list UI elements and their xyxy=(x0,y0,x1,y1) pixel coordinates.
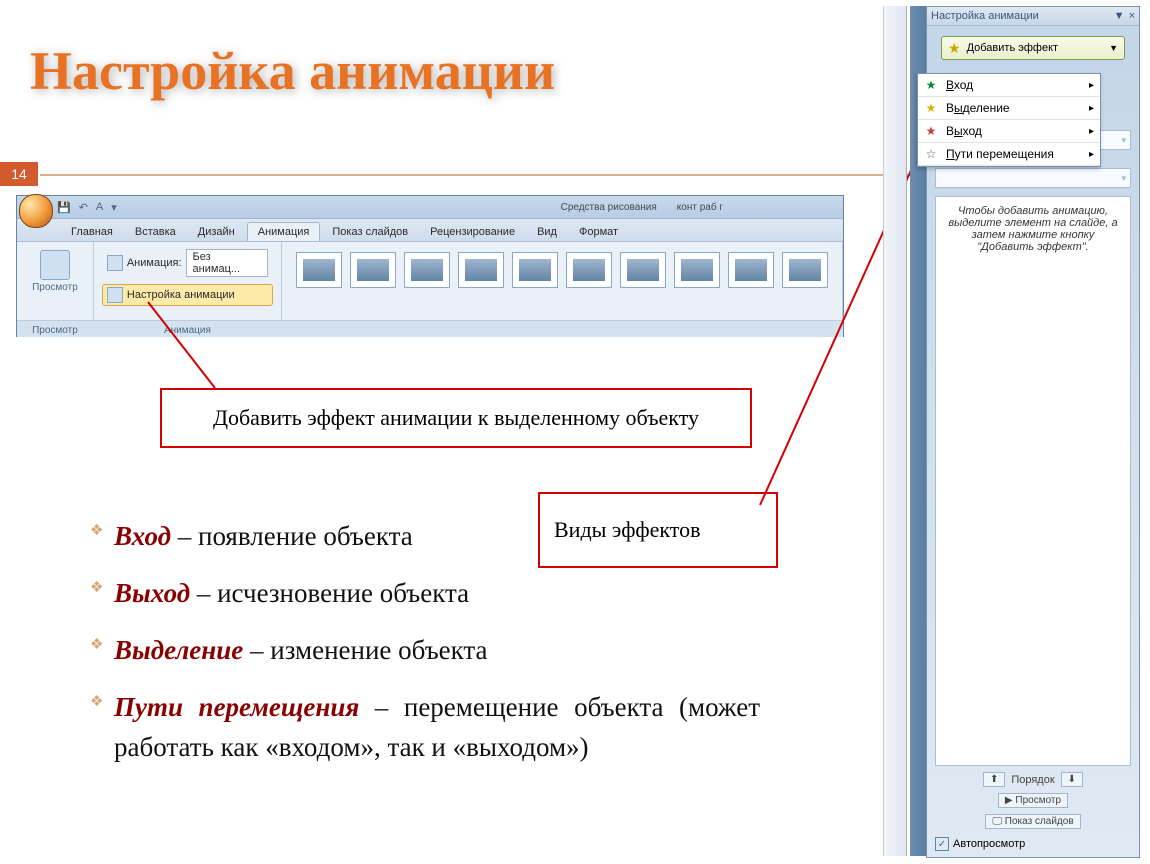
menu-item-emphasis[interactable]: ★ Выделение ▸ xyxy=(918,97,1100,120)
slide-title: Настройка анимации xyxy=(30,40,555,102)
menu-label: Выделение xyxy=(946,101,1010,115)
animation-combo-value[interactable]: Без анимац... xyxy=(186,249,268,277)
tab-view[interactable]: Вид xyxy=(527,223,567,241)
play-button[interactable]: ▶ Просмотр xyxy=(998,793,1068,808)
slideshow-button[interactable]: 🖵 Показ слайдов xyxy=(985,814,1080,829)
custom-animation-label: Настройка анимации xyxy=(127,289,235,301)
autopreview-checkbox[interactable]: ✓ Автопросмотр xyxy=(935,837,1131,851)
speed-combo[interactable]: ▾ xyxy=(935,168,1131,188)
preview-label: Просмотр xyxy=(32,282,78,293)
chevron-down-icon: ▼ xyxy=(1109,43,1118,53)
group-label-preview: Просмотр xyxy=(17,325,93,336)
transition-thumb[interactable] xyxy=(728,252,774,288)
star-icon: ★ xyxy=(924,124,938,138)
play-label: Просмотр xyxy=(1015,795,1061,806)
transition-thumb[interactable] xyxy=(566,252,612,288)
close-icon[interactable]: × xyxy=(1129,10,1135,22)
callout-add-effect: Добавить эффект анимации к выделенному о… xyxy=(160,388,752,448)
star-icon: ☆ xyxy=(924,147,938,161)
transition-thumb[interactable] xyxy=(674,252,720,288)
custom-animation-pane: Настройка анимации ▼ × ★ Добавить эффект… xyxy=(926,6,1140,858)
office-button[interactable] xyxy=(19,194,53,228)
order-controls: ⬆ Порядок ⬇ xyxy=(935,772,1131,787)
move-up-button[interactable]: ⬆ xyxy=(983,772,1005,787)
slideshow-label: Показ слайдов xyxy=(1005,816,1074,827)
menu-item-entrance[interactable]: ★ Вход ▸ xyxy=(918,74,1100,97)
transition-thumb[interactable] xyxy=(296,252,342,288)
transition-thumb[interactable] xyxy=(512,252,558,288)
checkbox-icon: ✓ xyxy=(935,837,949,851)
qat-icon[interactable]: ↶ xyxy=(79,201,88,214)
star-icon: ★ xyxy=(948,40,961,57)
menu-label: Выход xyxy=(946,124,982,138)
pane-header: Настройка анимации ▼ × xyxy=(927,7,1139,26)
term: Вход xyxy=(114,521,171,551)
list-item: Выход – исчезновение объекта xyxy=(90,574,760,613)
office-ribbon: 💾 ↶ A ▾ Средства рисования конт раб г Гл… xyxy=(16,195,844,337)
callout-add-effect-text: Добавить эффект анимации к выделенному о… xyxy=(213,405,699,431)
tab-review[interactable]: Рецензирование xyxy=(420,223,525,241)
side-strip xyxy=(883,6,907,856)
add-effect-label: Добавить эффект xyxy=(967,42,1058,54)
list-item: Пути перемещения – перемещение объекта (… xyxy=(90,688,760,766)
term-desc: – изменение объекта xyxy=(243,635,487,665)
transition-thumb[interactable] xyxy=(458,252,504,288)
tab-animation[interactable]: Анимация xyxy=(247,222,321,241)
page-number-badge: 14 xyxy=(0,162,38,186)
list-item: Выделение – изменение объекта xyxy=(90,631,760,670)
document-name: конт раб г xyxy=(677,202,723,213)
menu-item-exit[interactable]: ★ Выход ▸ xyxy=(918,120,1100,143)
tab-insert[interactable]: Вставка xyxy=(125,223,186,241)
preview-icon xyxy=(40,250,70,280)
pane-menu-icon[interactable]: ▼ xyxy=(1114,10,1125,22)
chevron-right-icon: ▸ xyxy=(1089,126,1094,137)
order-label: Порядок xyxy=(1011,774,1054,786)
qat-dropdown-icon[interactable]: ▾ xyxy=(111,201,117,214)
animation-icon xyxy=(107,255,123,271)
chevron-right-icon: ▸ xyxy=(1089,149,1094,160)
tab-design[interactable]: Дизайн xyxy=(188,223,245,241)
chevron-right-icon: ▸ xyxy=(1089,80,1094,91)
menu-label: Вход xyxy=(946,78,973,92)
quick-access-toolbar: 💾 ↶ A ▾ Средства рисования конт раб г xyxy=(17,196,843,219)
qat-icon[interactable]: 💾 xyxy=(57,201,71,214)
term-desc: – исчезновение объекта xyxy=(190,578,469,608)
transition-thumb[interactable] xyxy=(350,252,396,288)
contextual-tab-title: Средства рисования xyxy=(561,202,657,213)
star-icon: ★ xyxy=(924,78,938,92)
transition-thumb[interactable] xyxy=(782,252,828,288)
pane-title: Настройка анимации xyxy=(931,10,1039,22)
hint-box: Чтобы добавить анимацию, выделите элемен… xyxy=(935,196,1131,766)
tab-home[interactable]: Главная xyxy=(61,223,123,241)
preview-button[interactable]: Просмотр xyxy=(25,246,85,297)
term: Выделение xyxy=(114,635,243,665)
transition-thumb[interactable] xyxy=(404,252,450,288)
divider xyxy=(40,174,915,176)
star-icon: ★ xyxy=(924,101,938,115)
term-desc: – появление объекта xyxy=(171,521,413,551)
menu-item-motion-paths[interactable]: ☆ Пути перемещения ▸ xyxy=(918,143,1100,166)
gear-icon xyxy=(107,287,123,303)
move-down-button[interactable]: ⬇ xyxy=(1061,772,1083,787)
tab-format[interactable]: Формат xyxy=(569,223,628,241)
menu-label: Пути перемещения xyxy=(946,147,1054,161)
tab-slideshow[interactable]: Показ слайдов xyxy=(322,223,418,241)
list-item: Вход – появление объекта xyxy=(90,517,760,556)
add-effect-menu: ★ Вход ▸ ★ Выделение ▸ ★ Выход ▸ ☆ Пути … xyxy=(917,73,1101,167)
hint-text: Чтобы добавить анимацию, выделите элемен… xyxy=(948,205,1117,253)
custom-animation-button[interactable]: Настройка анимации xyxy=(102,284,273,306)
ribbon-tabs: Главная Вставка Дизайн Анимация Показ сл… xyxy=(17,219,843,242)
term: Пути перемещения xyxy=(114,692,359,722)
chevron-right-icon: ▸ xyxy=(1089,103,1094,114)
animation-combo-label: Анимация: xyxy=(127,257,182,269)
qat-icon[interactable]: A xyxy=(96,201,103,213)
autopreview-label: Автопросмотр xyxy=(953,838,1025,850)
transition-gallery[interactable] xyxy=(290,246,834,294)
group-label-animation: Анимация xyxy=(94,325,281,336)
effect-types-list: Вход – появление объекта Выход – исчезно… xyxy=(50,517,760,785)
animation-combo[interactable]: Анимация: Без анимац... xyxy=(102,246,273,280)
term: Выход xyxy=(114,578,190,608)
add-effect-button[interactable]: ★ Добавить эффект ▼ xyxy=(941,36,1125,60)
transition-thumb[interactable] xyxy=(620,252,666,288)
